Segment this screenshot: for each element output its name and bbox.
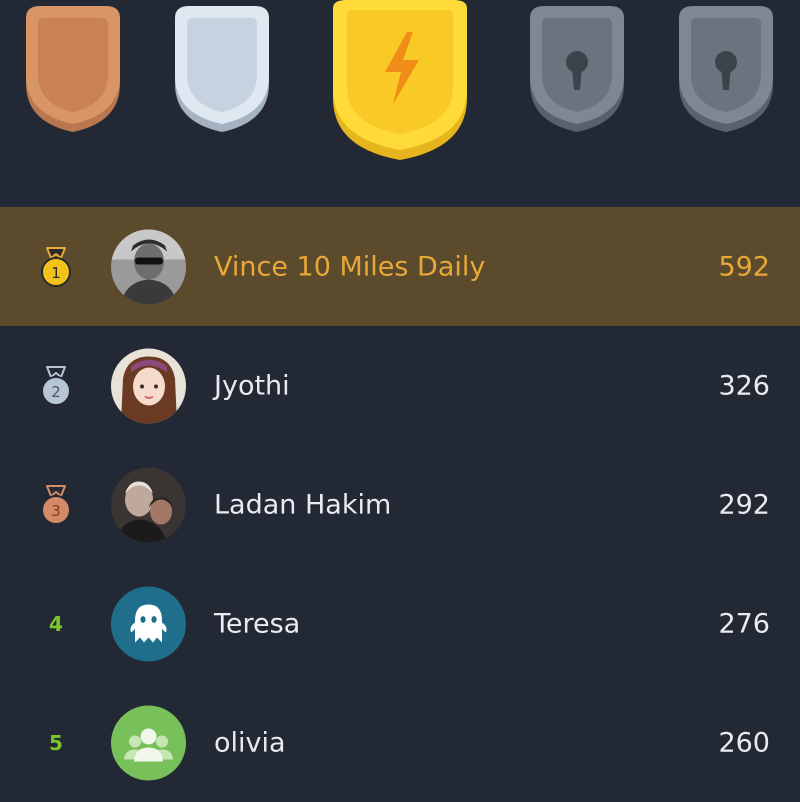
leaderboard-row[interactable]: 3 Ladan Hakim 292 [0, 445, 800, 564]
user-score: 326 [718, 370, 770, 401]
leaderboard-row[interactable]: 2 Jyothi 326 [0, 326, 800, 445]
user-score: 276 [718, 608, 770, 639]
gold-medal-icon: 1 [36, 244, 76, 290]
user-name: Jyothi [214, 370, 290, 401]
user-score: 292 [718, 489, 770, 520]
rank-number: 5 [49, 730, 63, 755]
user-score: 260 [718, 727, 770, 758]
user-name: Ladan Hakim [214, 489, 392, 520]
avatar[interactable] [111, 348, 186, 423]
locked-shield-icon[interactable] [522, 6, 632, 134]
bronze-shield-icon[interactable] [18, 6, 128, 134]
user-name: olivia [214, 727, 286, 758]
rank-number: 4 [49, 611, 63, 636]
leaderboard-list: 1 Vince 10 Miles Daily 592 2 Jyothi 326 … [0, 207, 800, 802]
silver-shield-icon[interactable] [167, 6, 277, 134]
avatar[interactable] [111, 705, 186, 780]
bronze-medal-icon: 3 [36, 482, 76, 528]
avatar[interactable] [111, 586, 186, 661]
gold-lightning-shield-icon[interactable] [325, 0, 475, 162]
silver-medal-icon: 2 [36, 363, 76, 409]
svg-text:3: 3 [51, 502, 61, 520]
user-name: Teresa [214, 608, 301, 639]
avatar[interactable] [111, 467, 186, 542]
avatar[interactable] [111, 229, 186, 304]
svg-text:1: 1 [51, 264, 61, 282]
user-name: Vince 10 Miles Daily [214, 251, 486, 282]
league-badges-bar [0, 0, 800, 207]
locked-shield-icon[interactable] [671, 6, 781, 134]
leaderboard-row-current-user[interactable]: 1 Vince 10 Miles Daily 592 [0, 207, 800, 326]
leaderboard-row[interactable]: 5 olivia 260 [0, 683, 800, 802]
leaderboard-row[interactable]: 4 Teresa 276 [0, 564, 800, 683]
user-score: 592 [718, 251, 770, 282]
svg-text:2: 2 [51, 383, 61, 401]
